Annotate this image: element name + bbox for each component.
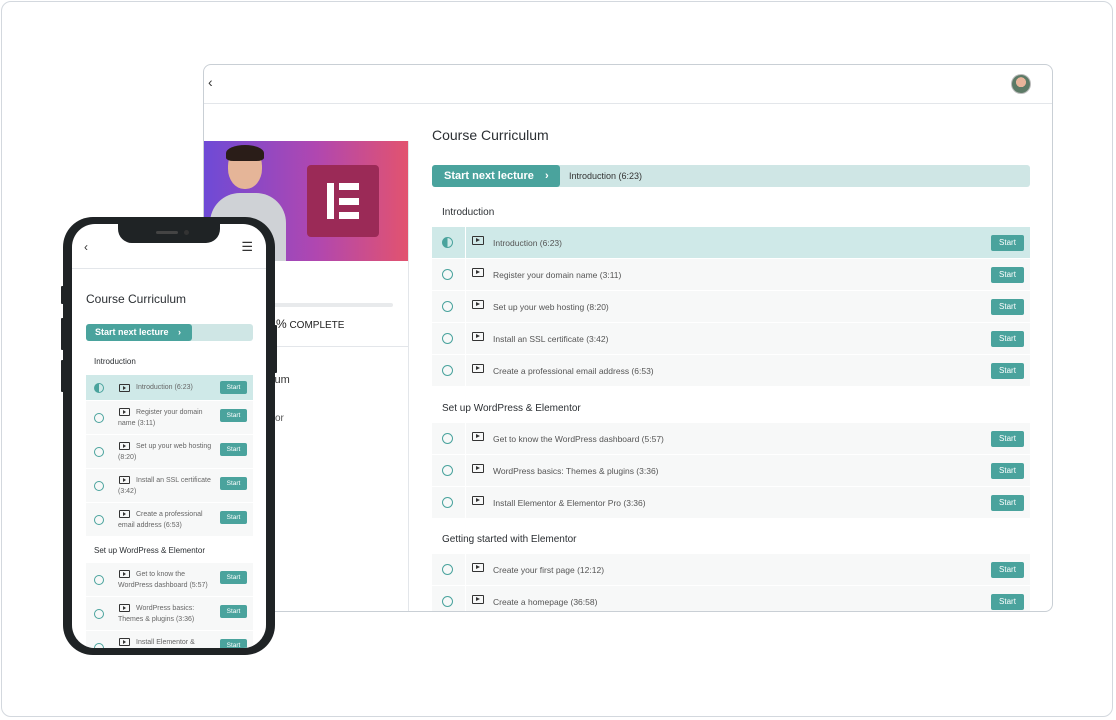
start-button[interactable]: Start bbox=[220, 571, 247, 584]
video-play-icon bbox=[472, 236, 484, 245]
radio-circle-icon bbox=[94, 447, 104, 457]
lecture-row[interactable]: Get to know the WordPress dashboard (5:5… bbox=[432, 423, 1030, 455]
start-button[interactable]: Start bbox=[991, 594, 1024, 610]
video-play-icon bbox=[472, 300, 484, 309]
lecture-row[interactable]: Set up your web hosting (8:20) Start bbox=[86, 435, 253, 469]
lecture-row[interactable]: Register your domain name (3:11) Start bbox=[86, 401, 253, 435]
lecture-row[interactable]: Install Elementor & Elementor Pro (3:36)… bbox=[432, 487, 1030, 519]
phone-top-bar: ‹ ☰ bbox=[72, 239, 266, 269]
radio-circle-icon bbox=[94, 643, 104, 648]
progress-complete-label: % COMPLETE bbox=[276, 317, 345, 331]
sidebar-item-instructor[interactable]: or bbox=[275, 413, 284, 424]
start-button[interactable]: Start bbox=[220, 511, 247, 524]
video-play-icon bbox=[472, 268, 484, 277]
phone-device: ‹ ☰ Course Curriculum Start next lecture… bbox=[63, 217, 275, 655]
start-button[interactable]: Start bbox=[220, 381, 247, 394]
lecture-row[interactable]: Set up your web hosting (8:20) Start bbox=[432, 291, 1030, 323]
start-button[interactable]: Start bbox=[220, 409, 247, 422]
avatar[interactable] bbox=[1011, 74, 1031, 94]
lecture-row[interactable]: Create a professional email address (6:5… bbox=[86, 503, 253, 537]
video-play-icon bbox=[472, 595, 484, 604]
section-title: Set up WordPress & Elementor bbox=[94, 546, 206, 555]
lecture-row[interactable]: Create a professional email address (6:5… bbox=[432, 355, 1030, 387]
lecture-row[interactable]: Introduction (6:23) Start bbox=[432, 227, 1030, 259]
page-title: Course Curriculum bbox=[432, 127, 549, 143]
start-button[interactable]: Start bbox=[991, 267, 1024, 283]
radio-circle-icon bbox=[442, 564, 453, 575]
back-chevron-icon[interactable]: ‹ bbox=[208, 74, 213, 90]
lecture-row[interactable]: WordPress basics: Themes & plugins (3:36… bbox=[432, 455, 1030, 487]
radio-circle-icon bbox=[94, 481, 104, 491]
radio-circle-icon bbox=[442, 497, 453, 508]
phone-notch bbox=[118, 224, 220, 243]
video-play-icon bbox=[472, 432, 484, 441]
top-bar: ‹ bbox=[204, 65, 1052, 104]
section-title: Getting started with Elementor bbox=[442, 534, 577, 545]
lecture-row[interactable]: Get to know the WordPress dashboard (5:5… bbox=[86, 563, 253, 597]
radio-circle-icon bbox=[442, 465, 453, 476]
lecture-row[interactable]: Create your first page (12:12) Start bbox=[432, 554, 1030, 586]
start-button[interactable]: Start bbox=[991, 299, 1024, 315]
video-play-icon bbox=[472, 364, 484, 373]
radio-circle-icon bbox=[94, 515, 104, 525]
radio-circle-icon bbox=[94, 609, 104, 619]
section-title: Set up WordPress & Elementor bbox=[442, 403, 581, 414]
progress-half-icon bbox=[442, 237, 453, 248]
start-button[interactable]: Start bbox=[220, 477, 247, 490]
start-button[interactable]: Start bbox=[220, 443, 247, 456]
lecture-row[interactable]: Create a homepage (36:58) Start bbox=[432, 586, 1030, 611]
start-button[interactable]: Start bbox=[991, 431, 1024, 447]
start-button[interactable]: Start bbox=[991, 331, 1024, 347]
chevron-right-icon: › bbox=[544, 170, 549, 182]
start-button[interactable]: Start bbox=[220, 605, 247, 618]
lecture-row[interactable]: Register your domain name (3:11) Start bbox=[432, 259, 1030, 291]
start-button[interactable]: Start bbox=[991, 463, 1024, 479]
lecture-row[interactable]: Install an SSL certificate (3:42) Start bbox=[432, 323, 1030, 355]
radio-circle-icon bbox=[442, 333, 453, 344]
radio-circle-icon bbox=[94, 575, 104, 585]
start-next-lecture-button[interactable]: Start next lecture › bbox=[432, 165, 560, 187]
start-next-lecture-button[interactable]: Start next lecture › bbox=[86, 324, 192, 341]
elementor-logo-icon bbox=[307, 165, 379, 237]
radio-circle-icon bbox=[442, 433, 453, 444]
page-title: Course Curriculum bbox=[86, 292, 187, 306]
lecture-row[interactable]: Install an SSL certificate (3:42) Start bbox=[86, 469, 253, 503]
section-title: Introduction bbox=[442, 207, 495, 218]
start-button[interactable]: Start bbox=[991, 562, 1024, 578]
lecture-row[interactable]: Introduction (6:23) Start bbox=[86, 375, 253, 401]
hamburger-menu-icon[interactable]: ☰ bbox=[241, 239, 253, 255]
next-lecture-bar: Start next lecture › bbox=[86, 324, 253, 341]
video-play-icon bbox=[472, 496, 484, 505]
video-play-icon bbox=[472, 464, 484, 473]
start-button[interactable]: Start bbox=[991, 495, 1024, 511]
radio-circle-icon bbox=[442, 596, 453, 607]
chevron-right-icon: › bbox=[178, 327, 182, 337]
desktop-window: ‹ | % COMPLETE iculum or Course bbox=[203, 64, 1053, 612]
section-title: Introduction bbox=[94, 357, 136, 366]
radio-circle-icon bbox=[442, 301, 453, 312]
start-button[interactable]: Start bbox=[991, 235, 1024, 251]
radio-circle-icon bbox=[94, 413, 104, 423]
video-play-icon bbox=[472, 563, 484, 572]
video-play-icon bbox=[472, 332, 484, 341]
start-button[interactable]: Start bbox=[220, 639, 247, 648]
start-button[interactable]: Start bbox=[991, 363, 1024, 379]
progress-half-icon bbox=[94, 383, 104, 393]
next-lecture-info: Introduction (6:23) bbox=[569, 171, 643, 181]
next-lecture-bar: Start next lecture › Introduction (6:23) bbox=[432, 165, 1030, 187]
radio-circle-icon bbox=[442, 365, 453, 376]
phone-screen: ‹ ☰ Course Curriculum Start next lecture… bbox=[72, 224, 266, 648]
lecture-row[interactable]: Install Elementor & Start bbox=[86, 631, 253, 648]
back-chevron-icon[interactable]: ‹ bbox=[84, 240, 88, 254]
radio-circle-icon bbox=[442, 269, 453, 280]
lecture-row[interactable]: WordPress basics: Themes & plugins (3:36… bbox=[86, 597, 253, 631]
